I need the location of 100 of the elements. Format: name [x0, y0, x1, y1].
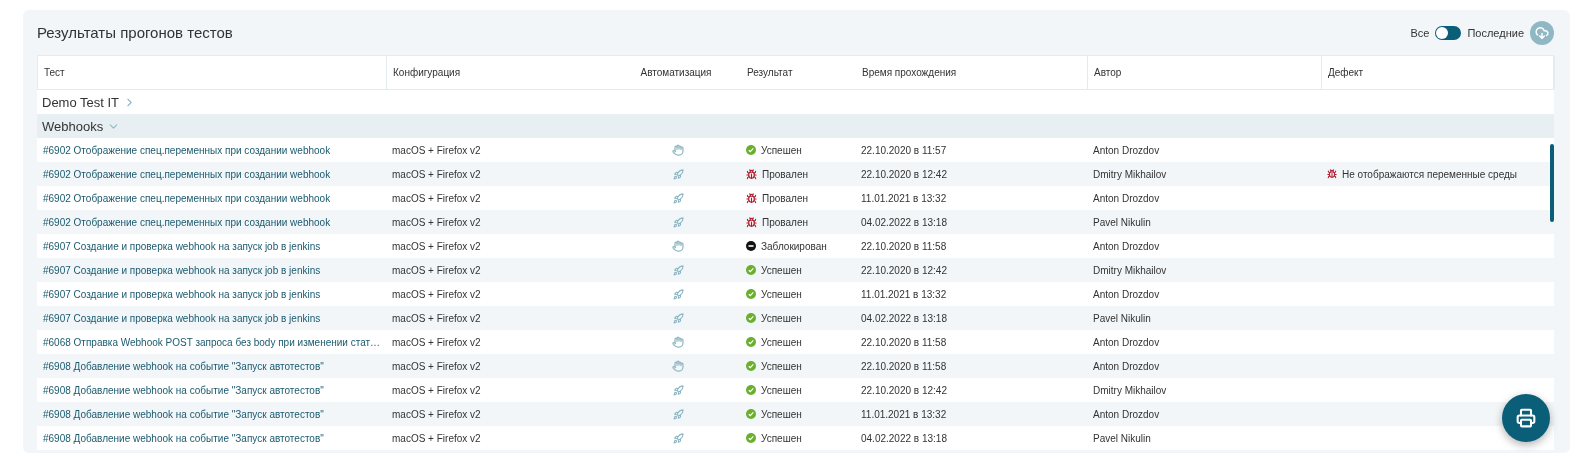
table-cell-text: 22.10.2020 в 12:42 [860, 264, 948, 276]
group-row[interactable]: Demo Test IT [37, 90, 1554, 114]
check-circle-icon [746, 313, 756, 323]
table-cell-text: macOS + Firefox v2 [391, 384, 482, 396]
test-link[interactable]: #6902 Отображение спец.переменных при создании webhook [37, 144, 386, 156]
result-label: Успешен [761, 360, 802, 372]
check-circle-icon [746, 385, 756, 395]
result-label: Провален [762, 168, 808, 180]
table-cell-text: macOS + Firefox v2 [391, 336, 482, 348]
result-label: Успешен [761, 432, 802, 444]
column-header[interactable]: Дефект [1322, 56, 1555, 89]
table-cell-text: 22.10.2020 в 11:58 [860, 240, 948, 252]
table-cell-text: 22.10.2020 в 11:58 [860, 336, 948, 348]
check-circle-icon [746, 361, 756, 371]
test-link[interactable]: #6907 Создание и проверка webhook на запуск job в jenkins [37, 264, 386, 276]
table-cell-text: macOS + Firefox v2 [391, 216, 482, 228]
rocket-icon [672, 264, 684, 276]
bug-icon [746, 216, 757, 228]
table-cell-text: Anton Drozdov [1092, 336, 1161, 348]
bug-icon [746, 168, 757, 180]
result-label: Успешен [761, 384, 802, 396]
result-label: Успешен [761, 288, 802, 300]
table-cell-text: macOS + Firefox v2 [391, 168, 482, 180]
test-link[interactable]: #6902 Отображение спец.переменных при создании webhook [37, 192, 386, 204]
column-header[interactable]: Автор [1088, 56, 1322, 89]
table-cell-text: Pavel Nikulin [1092, 216, 1152, 228]
check-circle-icon [746, 337, 756, 347]
test-link[interactable]: #6902 Отображение спец.переменных при создании webhook [37, 216, 386, 228]
table-cell-text: Dmitry Mikhailov [1092, 264, 1168, 276]
table-cell-text: 04.02.2022 в 13:18 [860, 312, 948, 324]
bug-icon [746, 192, 757, 204]
rocket-icon [672, 312, 684, 324]
result-label: Успешен [761, 336, 802, 348]
table-cell-text: 11.01.2021 в 13:32 [860, 288, 948, 300]
check-circle-icon [746, 265, 756, 275]
check-circle-icon [746, 409, 756, 419]
table-cell-text: 22.10.2020 в 11:58 [860, 360, 948, 372]
test-link[interactable]: #6907 Создание и проверка webhook на запуск job в jenkins [37, 312, 386, 324]
column-header[interactable]: Тест [38, 56, 387, 89]
column-header[interactable]: Результат [741, 56, 856, 89]
table-cell-text: macOS + Firefox v2 [391, 264, 482, 276]
table-cell-text: Anton Drozdov [1092, 360, 1161, 372]
result-label: Успешен [761, 264, 802, 276]
table-cell-text: macOS + Firefox v2 [391, 408, 482, 420]
table-cell-text: Dmitry Mikhailov [1092, 168, 1168, 180]
printer-icon [1516, 408, 1536, 428]
test-link[interactable]: #6902 Отображение спец.переменных при создании webhook [37, 168, 386, 180]
result-label: Успешен [761, 312, 802, 324]
panel-title: Результаты прогонов тестов [37, 24, 233, 41]
table-cell-text: Dmitry Mikhailov [1092, 384, 1168, 396]
blocked-icon [746, 241, 756, 251]
hand-icon [672, 336, 684, 348]
table-cell-text: 22.10.2020 в 12:42 [860, 168, 948, 180]
table-cell-text: Pavel Nikulin [1092, 312, 1152, 324]
scrollbar[interactable] [1550, 144, 1554, 222]
table-cell-text: macOS + Firefox v2 [391, 312, 482, 324]
group-row[interactable]: Webhooks [37, 114, 1554, 138]
toggle-switch[interactable] [1435, 25, 1462, 40]
test-link[interactable]: #6068 Отправка Webhook POST запроса без body при изменении стат… [37, 336, 386, 348]
rocket-icon [672, 168, 684, 180]
download-button[interactable] [1530, 20, 1554, 45]
test-link[interactable]: #6907 Создание и проверка webhook на запуск job в jenkins [37, 240, 386, 252]
rocket-icon [672, 408, 684, 420]
cloud-download-icon [1535, 25, 1549, 40]
table-cell-text: Anton Drozdov [1092, 144, 1161, 156]
hand-icon [672, 360, 684, 372]
group-name: Demo Test IT [42, 94, 120, 110]
bug-icon [1327, 169, 1337, 179]
result-label: Провален [762, 192, 808, 204]
test-link[interactable]: #6908 Добавление webhook на событие "Запуск автотестов" [37, 408, 386, 420]
table-cell-text: macOS + Firefox v2 [391, 240, 482, 252]
table-cell-text: 22.10.2020 в 11:57 [860, 144, 948, 156]
hand-icon [672, 144, 684, 156]
table-cell-text: 22.10.2020 в 12:42 [860, 384, 948, 396]
test-link[interactable]: #6908 Добавление webhook на событие "Запуск автотестов" [37, 432, 386, 444]
check-circle-icon [746, 145, 756, 155]
test-link[interactable]: #6907 Создание и проверка webhook на запуск job в jenkins [37, 288, 386, 300]
table-cell-text: Anton Drozdov [1092, 240, 1161, 252]
test-link[interactable]: #6908 Добавление webhook на событие "Запуск автотестов" [37, 360, 386, 372]
table-cell-text: 11.01.2021 в 13:32 [860, 408, 948, 420]
column-header[interactable]: Автоматизация [611, 56, 741, 89]
result-label: Успешен [761, 144, 802, 156]
table-cell-text: Anton Drozdov [1092, 192, 1161, 204]
test-link[interactable]: #6908 Добавление webhook на событие "Запуск автотестов" [37, 384, 386, 396]
rocket-icon [672, 216, 684, 228]
column-header[interactable]: Время прохождения [856, 56, 1088, 89]
table-cell-text: macOS + Firefox v2 [391, 144, 482, 156]
rocket-icon [672, 288, 684, 300]
filter-label: Последние [1467, 26, 1524, 39]
defect-link[interactable]: Не отображаются переменные среды [1342, 168, 1517, 180]
table-cell-text: macOS + Firefox v2 [391, 360, 482, 372]
table-cell-text: Pavel Nikulin [1092, 432, 1152, 444]
table-cell-text: macOS + Firefox v2 [391, 192, 482, 204]
table-cell-text: 04.02.2022 в 13:18 [860, 216, 948, 228]
table-cell-text: Anton Drozdov [1092, 408, 1161, 420]
result-label: Провален [762, 216, 808, 228]
check-circle-icon [746, 289, 756, 299]
result-label: Заблокирован [761, 240, 827, 252]
hand-icon [672, 240, 684, 252]
column-header[interactable]: Конфигурация [387, 56, 611, 89]
